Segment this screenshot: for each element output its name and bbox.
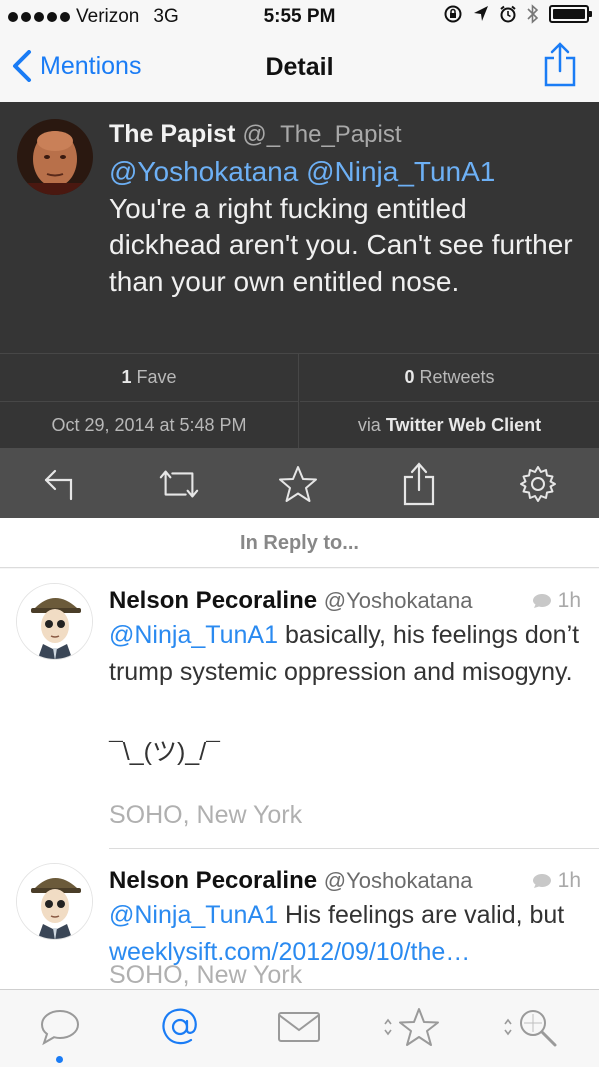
author-handle[interactable]: @Yoshokatana [324,868,473,893]
reply-tweet[interactable]: Nelson Pecoraline @Yoshokatana 1h @Ninja… [0,569,599,849]
search-icon [504,1010,557,1047]
time-label: 1h [557,589,581,612]
shrug-text: ¯\_(ツ)_/¯ [109,738,220,766]
tweet-action-bar [0,448,599,518]
avatar[interactable] [16,863,93,940]
nelson-avatar-image [17,864,92,939]
timeline-icon [40,1009,80,1046]
share-tweet-button[interactable] [397,462,441,506]
location-icon [474,6,488,21]
reply-icon [44,469,73,501]
author-name[interactable]: Nelson Pecoraline [109,587,317,614]
author-handle[interactable]: @_The_Papist [242,121,401,148]
settings-button[interactable] [516,462,560,506]
reply-mention[interactable]: @Ninja_TunA1 [109,621,278,649]
conversation-bubble-icon [532,594,551,608]
messages-icon [278,1012,320,1042]
faves-label: Fave [136,367,177,387]
retweets-stat[interactable]: 0 Retweets [300,354,599,401]
tab-timeline[interactable] [30,1002,90,1052]
author-name[interactable]: The Papist [109,120,235,148]
reply-author: Nelson Pecoraline @Yoshokatana [109,867,473,895]
retweet-icon [159,470,199,498]
retweets-label: Retweets [419,367,495,387]
alarm-icon [500,5,516,23]
nelson-avatar-image [17,584,92,659]
reply-author: Nelson Pecoraline @Yoshokatana [109,587,473,615]
avatar[interactable] [16,583,93,660]
retweet-button[interactable] [157,462,201,506]
tab-messages[interactable] [269,1002,329,1052]
tweet-date: Oct 29, 2014 at 5:48 PM [0,401,299,448]
status-right [443,4,592,24]
gear-icon [520,466,556,502]
tweet-text: You're a right fucking entitled dickhead… [109,192,573,297]
reply-body: @Ninja_TunA1 basically, his feelings don… [109,617,587,771]
reply-text: His feelings are valid, but [284,901,565,929]
reply-button[interactable] [38,462,82,506]
tweet-source[interactable]: via Twitter Web Client [300,401,599,448]
share-icon [544,42,576,87]
tab-mentions[interactable] [150,1002,210,1052]
tab-bar [0,989,599,1067]
reply-tweet[interactable]: Nelson Pecoraline @Yoshokatana 1h @Ninja… [0,849,599,989]
tab-favorites[interactable] [380,1002,444,1052]
client-name: Twitter Web Client [385,414,542,435]
papist-avatar-image [17,119,93,195]
tweet-author: The Papist @_The_Papist [109,120,402,149]
reply-mention[interactable]: @Ninja_TunA1 [109,901,278,929]
status-bar: Verizon 3G 5:55 PM [0,0,599,34]
author-handle[interactable]: @Yoshokatana [324,588,473,613]
unread-indicator [56,1056,63,1063]
bluetooth-icon [527,4,539,24]
reply-timestamp: 1h [532,869,581,893]
time-label: 1h [557,869,581,892]
star-icon [279,466,317,502]
avatar[interactable] [17,119,93,195]
favorite-button[interactable] [276,462,320,506]
tweet-mentions[interactable]: @Yoshokatana @Ninja_TunA1 [109,156,495,187]
battery-icon [549,5,592,23]
mentions-icon [162,1008,197,1045]
tab-search[interactable] [500,1002,564,1052]
faves-stat[interactable]: 1 Fave [0,354,299,401]
favorites-icon [384,1008,439,1046]
page-title: Detail [265,53,334,81]
share-icon [403,462,435,506]
share-button[interactable] [543,42,577,93]
conversation-bubble-icon [532,874,551,888]
rotation-lock-icon [444,5,462,23]
via-label: via [357,414,381,435]
reply-location[interactable]: SOHO, New York [109,801,302,830]
reply-location[interactable]: SOHO, New York [109,961,302,989]
retweets-count: 0 [404,367,415,387]
reply-timestamp: 1h [532,589,581,613]
author-name[interactable]: Nelson Pecoraline [109,867,317,894]
main-tweet: The Papist @_The_Papist @Yoshokatana @Ni… [0,102,599,353]
nav-bar: Mentions Detail [0,34,599,102]
tweet-stats: 1 Fave 0 Retweets Oct 29, 2014 at 5:48 P… [0,353,599,448]
reply-body: @Ninja_TunA1 His feelings are valid, but… [109,897,587,971]
in-reply-to-header[interactable]: In Reply to... [0,518,599,568]
faves-count: 1 [121,367,132,387]
tweet-body: @Yoshokatana @Ninja_TunA1 You're a right… [109,154,579,300]
